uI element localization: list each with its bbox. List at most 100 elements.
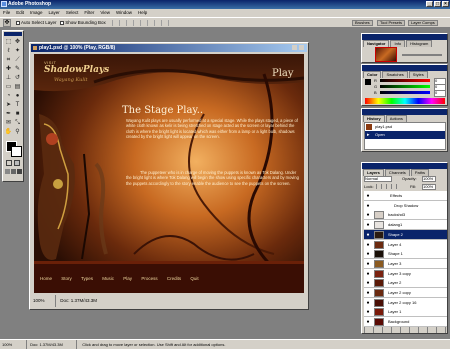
eyedropper-icon[interactable]: ⤡ — [13, 119, 22, 128]
navigator-thumbnail[interactable] — [375, 47, 397, 62]
minimize-button[interactable]: _ — [426, 1, 433, 7]
color-foreground-swatch[interactable] — [365, 79, 371, 85]
layer-row[interactable]: ● Layer 1 — [364, 307, 447, 318]
tab-info[interactable]: Info — [390, 40, 406, 47]
layer-row[interactable]: ● Layer 2 copy 16 — [364, 297, 447, 308]
layer-row[interactable]: ● Background — [364, 317, 447, 327]
menu-edit[interactable]: Edit — [13, 9, 27, 17]
magic-wand-icon[interactable]: ✦ — [13, 47, 22, 56]
nav-quit[interactable]: Quit — [190, 276, 198, 281]
visibility-eye-icon[interactable]: ● — [365, 309, 371, 315]
layer-row[interactable]: ● backshd3 — [364, 210, 447, 221]
standard-mode-icon[interactable] — [6, 160, 12, 166]
doc-zoom-value[interactable]: 100% — [31, 295, 56, 307]
nav-types[interactable]: Types — [81, 276, 93, 281]
document-title-bar[interactable]: play1.psd @ 100% (Play, RGB/8) — [31, 44, 307, 52]
nav-story[interactable]: Story — [61, 276, 72, 281]
layer-row[interactable]: ● Shape 2 — [364, 229, 447, 240]
navigator-zoom-slider[interactable] — [402, 54, 442, 56]
layer-row[interactable]: ● Shape 1 — [364, 249, 447, 260]
menu-select[interactable]: Select — [63, 9, 82, 17]
crop-tool-icon[interactable]: ⌗ — [4, 56, 13, 65]
lasso-tool-icon[interactable]: ℓ — [4, 47, 13, 56]
doc-minimize-button[interactable] — [292, 45, 297, 50]
visibility-eye-icon[interactable]: ● — [365, 212, 371, 218]
gradient-tool-icon[interactable]: ▤ — [13, 83, 22, 92]
canvas[interactable]: VISIT ShadowPlays Wayang Kulit Play The … — [34, 54, 304, 293]
menu-image[interactable]: Image — [27, 9, 46, 17]
layer-row[interactable]: ● Effects — [364, 191, 447, 201]
menu-file[interactable]: File — [0, 9, 13, 17]
visibility-eye-icon[interactable]: ● — [365, 251, 371, 257]
menu-filter[interactable]: Filter — [81, 9, 97, 17]
menu-window[interactable]: Window — [113, 9, 135, 17]
bounding-box-checkbox[interactable] — [60, 20, 64, 25]
shape-tool-icon[interactable]: ■ — [13, 110, 22, 119]
auto-select-option[interactable]: Auto Select Layer — [16, 20, 57, 26]
layer-row[interactable]: ● Drop Shadow — [364, 200, 447, 211]
visibility-eye-icon[interactable]: ● — [365, 271, 371, 277]
tab-channels[interactable]: Channels — [384, 169, 410, 176]
type-tool-icon[interactable]: T — [13, 101, 22, 110]
tab-swatches[interactable]: Swatches — [382, 71, 408, 78]
history-state-open[interactable]: ▸ Open — [365, 131, 445, 139]
visibility-eye-icon[interactable]: ● — [365, 261, 371, 267]
blend-mode-select[interactable]: Normal — [364, 176, 392, 182]
quickmask-mode-icon[interactable] — [14, 160, 20, 166]
fill-input[interactable]: 100% — [422, 184, 436, 190]
tab-paths[interactable]: Paths — [410, 169, 430, 176]
doc-close-button[interactable] — [299, 45, 304, 50]
maximize-button[interactable]: □ — [434, 1, 441, 7]
tool-presets-well[interactable]: Tool Presets — [377, 20, 406, 26]
brush-tool-icon[interactable]: ✎ — [13, 65, 22, 74]
blur-tool-icon[interactable]: ◔ — [4, 92, 13, 101]
screen-mode-full-icon[interactable] — [11, 169, 16, 174]
opacity-input[interactable]: 100% — [422, 176, 436, 182]
visibility-eye-icon[interactable]: ● — [365, 300, 371, 306]
align-buttons[interactable] — [112, 20, 172, 26]
hand-tool-icon[interactable]: ✋ — [4, 128, 13, 137]
tab-actions[interactable]: Actions — [385, 115, 407, 122]
lock-buttons[interactable] — [376, 184, 398, 189]
bounding-box-option[interactable]: Show Bounding Box — [60, 20, 106, 26]
layer-comps-well[interactable]: Layer Comps — [408, 20, 438, 26]
screen-mode-standard-icon[interactable] — [5, 169, 10, 174]
color-spectrum-bar[interactable] — [365, 98, 445, 104]
status-zoom[interactable]: 100% — [0, 340, 27, 349]
visibility-eye-icon[interactable]: ● — [365, 242, 371, 248]
brushes-well[interactable]: Brushes — [352, 20, 373, 26]
menu-layer[interactable]: Layer — [46, 9, 63, 17]
move-tool-icon[interactable]: ✥ — [13, 38, 22, 47]
visibility-eye-icon[interactable]: ● — [365, 290, 371, 296]
visibility-eye-icon[interactable]: ● — [365, 319, 371, 325]
nav-credits[interactable]: Credits — [167, 276, 181, 281]
tab-navigator[interactable]: Navigator — [363, 40, 390, 47]
move-tool-preset-icon[interactable]: ✥ — [3, 19, 11, 27]
eraser-tool-icon[interactable]: ▭ — [4, 83, 13, 92]
history-snapshot[interactable]: play1.psd — [365, 123, 445, 131]
path-select-icon[interactable]: ➤ — [4, 101, 13, 110]
visibility-eye-icon[interactable]: ● — [365, 232, 371, 238]
healing-brush-icon[interactable]: ✚ — [4, 65, 13, 74]
visibility-eye-icon[interactable]: ● — [365, 193, 371, 199]
layer-row[interactable]: ● Layer 3 copy — [364, 268, 447, 279]
color-g-slider[interactable] — [380, 85, 430, 88]
tab-history[interactable]: History — [363, 115, 385, 122]
menu-help[interactable]: Help — [135, 9, 150, 17]
layer-panel-buttons[interactable] — [364, 327, 446, 333]
screen-mode-black-icon[interactable] — [17, 169, 22, 174]
color-r-slider[interactable] — [380, 79, 430, 82]
pen-tool-icon[interactable]: ✒ — [4, 110, 13, 119]
marquee-tool-icon[interactable]: ⬚ — [4, 38, 13, 47]
nav-music[interactable]: Music — [102, 276, 114, 281]
nav-play[interactable]: Play — [123, 276, 132, 281]
dodge-tool-icon[interactable]: ● — [13, 92, 22, 101]
tab-histogram[interactable]: Histogram — [406, 40, 433, 47]
layer-row[interactable]: ● Layer 2 copy — [364, 288, 447, 298]
tab-styles[interactable]: Styles — [408, 71, 428, 78]
visibility-eye-icon[interactable]: ● — [365, 280, 371, 286]
auto-select-checkbox[interactable] — [16, 20, 20, 25]
layer-row[interactable]: ● Layer 3 — [364, 258, 447, 269]
nav-process[interactable]: Process — [141, 276, 157, 281]
close-button[interactable]: × — [442, 1, 449, 7]
